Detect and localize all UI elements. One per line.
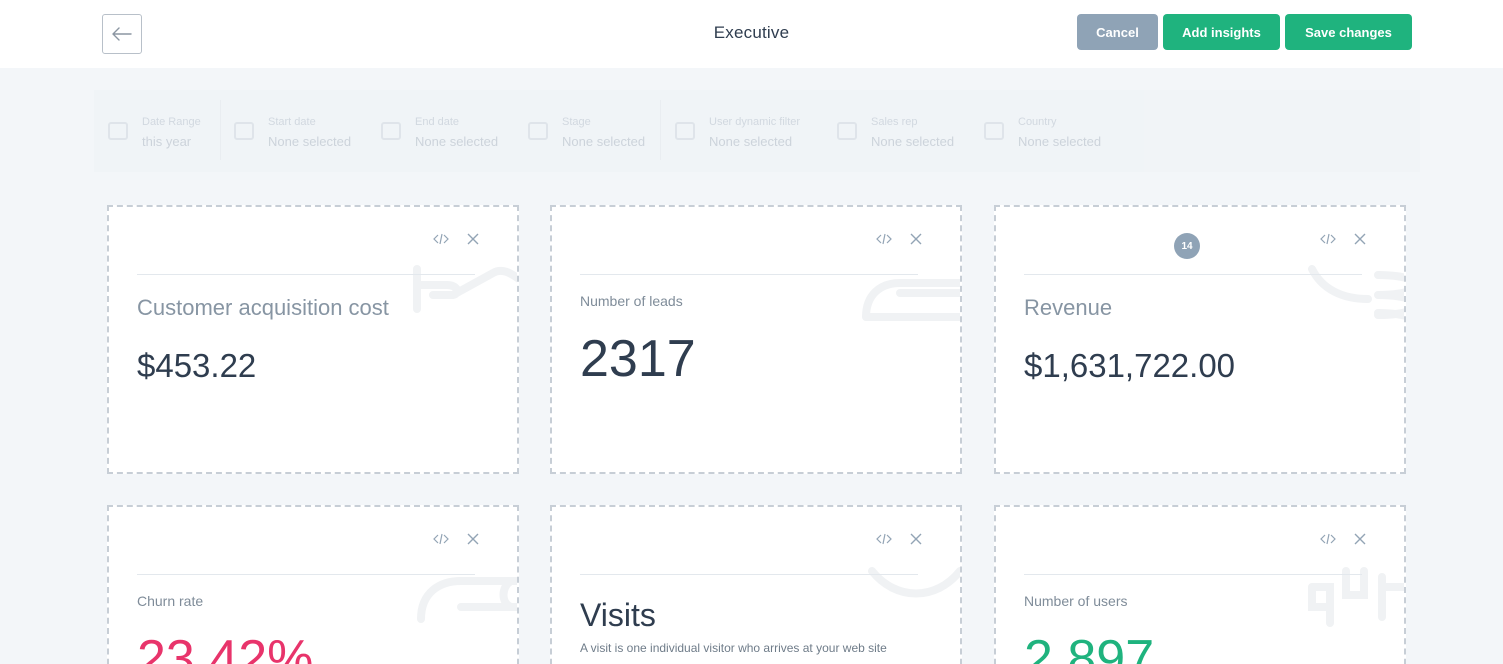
filter-value: this year	[142, 134, 192, 149]
filter-value: None selected	[268, 134, 352, 149]
filter-label: Start date	[268, 116, 316, 128]
filter-bar: Date Range this year Start date None sel…	[94, 90, 1420, 172]
close-icon[interactable]	[1352, 231, 1368, 247]
contact-card-icon	[862, 279, 960, 321]
card-actions	[433, 231, 481, 247]
card-metric-value: $453.22	[137, 347, 257, 384]
filter-label: Date Range	[142, 116, 201, 128]
card-title: Number of leads	[580, 293, 683, 309]
card-divider	[580, 274, 918, 275]
filter-label: End date	[415, 116, 460, 128]
card-actions	[876, 531, 924, 547]
eye-icon	[868, 567, 960, 598]
card-title: Customer acquisition cost	[137, 295, 389, 320]
insight-card-number-of-leads[interactable]: Number of leads 2317	[550, 205, 962, 474]
card-divider	[1024, 274, 1362, 275]
person-icon	[837, 122, 857, 140]
code-icon[interactable]	[876, 531, 892, 547]
card-title: Churn rate	[137, 593, 204, 609]
filter-value: None selected	[415, 134, 499, 149]
insight-card-number-of-users[interactable]: Number of users 2,897	[994, 505, 1406, 664]
filter-value: None selected	[709, 134, 793, 149]
card-divider	[137, 574, 475, 575]
filter-label: Country	[1018, 116, 1057, 128]
churn-hand-icon	[417, 577, 517, 623]
card-actions	[1320, 531, 1368, 547]
filter-label: User dynamic filter	[709, 116, 801, 128]
code-icon[interactable]	[876, 231, 892, 247]
hand-coin-icon	[413, 265, 517, 313]
insight-card-visits[interactable]: Visits A visit is one individual visitor…	[550, 505, 962, 664]
close-icon[interactable]	[908, 231, 924, 247]
code-icon[interactable]	[1320, 531, 1336, 547]
close-icon[interactable]	[465, 231, 481, 247]
insight-card-churn-rate[interactable]: Churn rate 23.42%	[107, 505, 519, 664]
filter-value: None selected	[562, 134, 646, 149]
filter-value: None selected	[871, 134, 955, 149]
card-divider	[137, 274, 475, 275]
code-icon[interactable]	[1320, 231, 1336, 247]
globe-icon	[984, 122, 1004, 140]
card-metric-value: 23.42%	[137, 630, 314, 664]
user-icon	[675, 122, 695, 140]
insight-card-customer-acquisition-cost[interactable]: Customer acquisition cost $453.22	[107, 205, 519, 474]
card-title: Revenue	[1024, 295, 1113, 320]
filter-label: Sales rep	[871, 116, 918, 128]
filter-value: None selected	[1018, 134, 1102, 149]
calendar-icon	[381, 122, 401, 140]
code-icon[interactable]	[433, 531, 449, 547]
close-icon[interactable]	[1352, 531, 1368, 547]
insight-count-badge: 14	[1174, 233, 1200, 259]
filter-label: Stage	[562, 116, 591, 128]
add-insights-button[interactable]: Add insights	[1163, 14, 1280, 50]
calendar-icon	[234, 122, 254, 140]
card-title: Visits	[580, 597, 656, 633]
cancel-button[interactable]: Cancel	[1077, 14, 1158, 50]
card-actions	[1320, 231, 1368, 247]
card-metric-value: $1,631,722.00	[1024, 347, 1236, 384]
card-actions	[876, 231, 924, 247]
filter-divider	[220, 100, 221, 160]
calendar-icon	[108, 122, 128, 140]
close-icon[interactable]	[465, 531, 481, 547]
stage-icon	[528, 122, 548, 140]
card-actions	[433, 531, 481, 547]
code-icon[interactable]	[433, 231, 449, 247]
users-icon	[1308, 567, 1404, 627]
card-metric-value: 2,897	[1024, 630, 1155, 664]
card-description: A visit is one individual visitor who ar…	[580, 641, 887, 655]
close-icon[interactable]	[908, 531, 924, 547]
card-title: Number of users	[1024, 593, 1128, 609]
filter-divider	[660, 100, 661, 160]
card-divider	[1024, 574, 1362, 575]
card-divider	[580, 574, 918, 575]
card-metric-value: 2317	[580, 330, 696, 388]
top-bar: Executive Cancel Add insights Save chang…	[0, 0, 1503, 68]
save-changes-button[interactable]: Save changes	[1285, 14, 1412, 50]
insight-card-revenue[interactable]: 14 Revenue $1,631,722.00	[994, 205, 1406, 474]
